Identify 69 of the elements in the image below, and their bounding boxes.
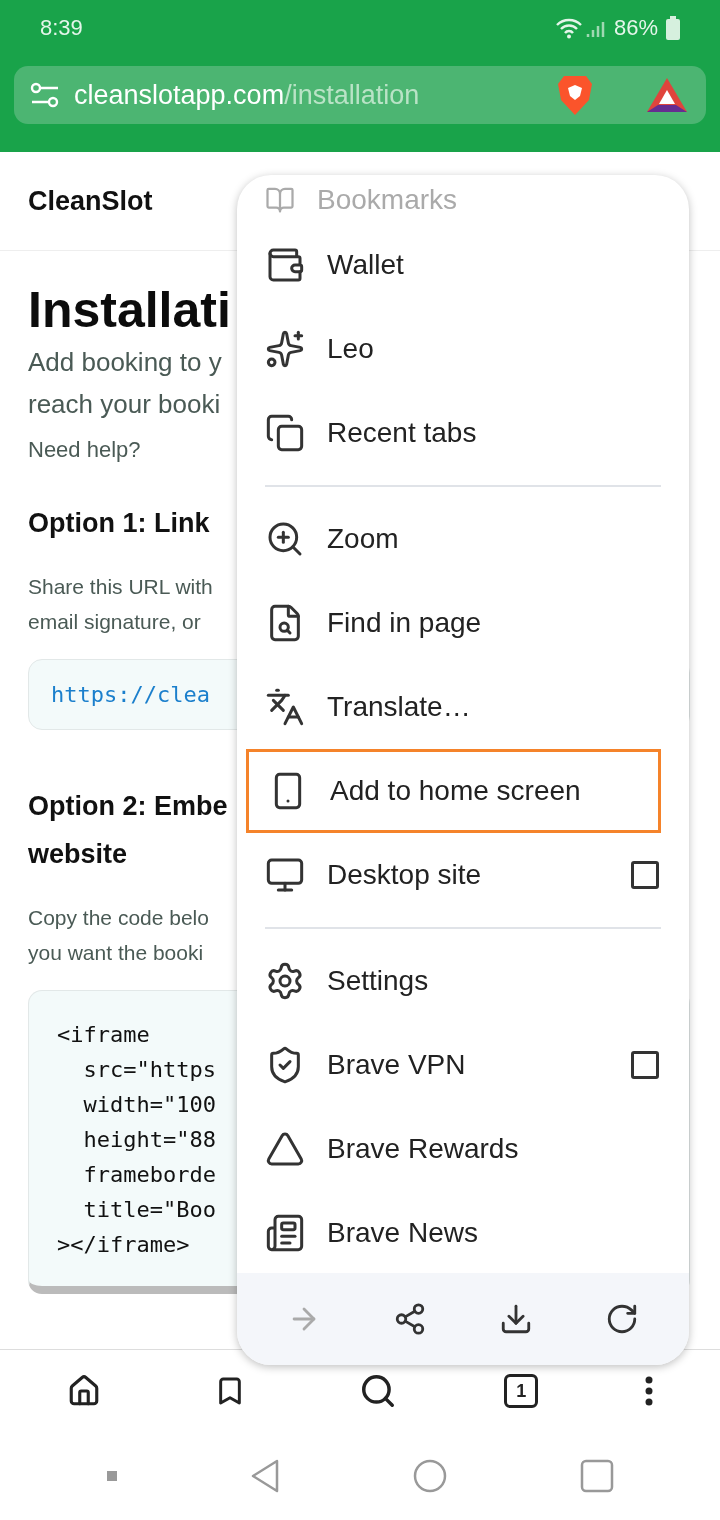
menu-item[interactable]: Desktop site — [237, 833, 689, 917]
sliders-icon[interactable] — [30, 82, 60, 108]
status-time: 8:39 — [40, 15, 84, 41]
download-icon — [499, 1302, 533, 1336]
menu-item[interactable]: Translate… — [237, 665, 689, 749]
menu-label: Wallet — [327, 249, 405, 281]
code-line: <iframe — [57, 1021, 150, 1049]
url-text: cleanslotapp.com/installation — [74, 79, 421, 111]
translate-icon — [265, 687, 305, 727]
home-circle-icon[interactable] — [412, 1459, 447, 1493]
menu-label: Desktop site — [327, 859, 483, 891]
code-line: title="Boo — [82, 1196, 216, 1224]
page-heading: Installati — [28, 281, 231, 340]
help-text: Need help? — [28, 437, 141, 463]
menu-label: Brave News — [327, 1217, 479, 1249]
copy-icon — [265, 413, 305, 453]
menu-label: Settings — [327, 965, 430, 997]
reload-icon — [605, 1302, 639, 1336]
code-line: frameborde — [82, 1161, 216, 1189]
menu-label: Find in page — [327, 607, 483, 639]
menu-label: Brave VPN — [327, 1049, 467, 1081]
section-text: Copy the code belo — [28, 905, 209, 931]
battery-percent: 86% — [613, 15, 658, 41]
code-line: src="https — [82, 1056, 216, 1084]
menu-item[interactable]: Find in page — [237, 581, 689, 665]
back-icon[interactable] — [249, 1459, 280, 1493]
menu-label: Recent tabs — [327, 417, 478, 449]
menu-label: Brave Rewards — [327, 1133, 520, 1165]
section-text: you want the booki — [28, 940, 204, 966]
menu-item[interactable]: Brave News — [237, 1191, 689, 1273]
menu-label: Bookmarks — [317, 184, 459, 216]
code-line: width="100 — [82, 1091, 216, 1119]
menu-label: Add to home screen — [330, 775, 582, 807]
menu-item[interactable]: Recent tabs — [237, 391, 689, 475]
checkbox[interactable] — [631, 861, 659, 889]
menu-item[interactable]: Settings — [237, 939, 689, 1023]
share-icon — [393, 1302, 427, 1336]
intro-text: reach your booki — [28, 388, 221, 421]
battery-icon — [666, 16, 680, 40]
recents-icon[interactable] — [579, 1459, 614, 1493]
section-heading: website — [28, 838, 128, 871]
menu-label: Leo — [327, 333, 375, 365]
menu-label: Zoom — [327, 523, 400, 555]
menu-item[interactable]: Brave Rewards — [237, 1107, 689, 1191]
site-title: CleanSlot — [28, 185, 153, 217]
booking-url: https://clea — [51, 682, 210, 707]
tab-count[interactable]: 1 — [504, 1374, 539, 1408]
menu-item[interactable]: Brave VPN — [237, 1023, 689, 1107]
lion-shield-icon[interactable] — [556, 74, 594, 116]
menu-item[interactable]: Leo — [237, 307, 689, 391]
settings-icon — [265, 961, 305, 1001]
menu-item[interactable]: Zoom — [237, 497, 689, 581]
triangle-logo-icon[interactable] — [646, 77, 688, 113]
code-line: ></iframe> — [57, 1231, 190, 1259]
section-text: email signature, or — [28, 609, 201, 635]
section-heading: Option 1: Link — [28, 507, 210, 540]
book-icon — [265, 185, 295, 215]
sparkle-icon — [265, 329, 305, 369]
section-text: Share this URL with — [28, 574, 213, 600]
more-icon — [645, 1376, 654, 1406]
menu-item[interactable]: Wallet — [237, 223, 689, 307]
code-line: height="88 — [82, 1126, 216, 1154]
menu-label: Translate… — [327, 691, 472, 723]
checkbox[interactable] — [631, 1051, 659, 1079]
intro-text: Add booking to y — [28, 346, 222, 379]
section-heading: Option 2: Embe — [28, 790, 228, 823]
wifi-icon — [555, 17, 582, 39]
newspaper-icon — [265, 1213, 305, 1253]
menu-item[interactable]: Add to home screen — [246, 749, 661, 833]
